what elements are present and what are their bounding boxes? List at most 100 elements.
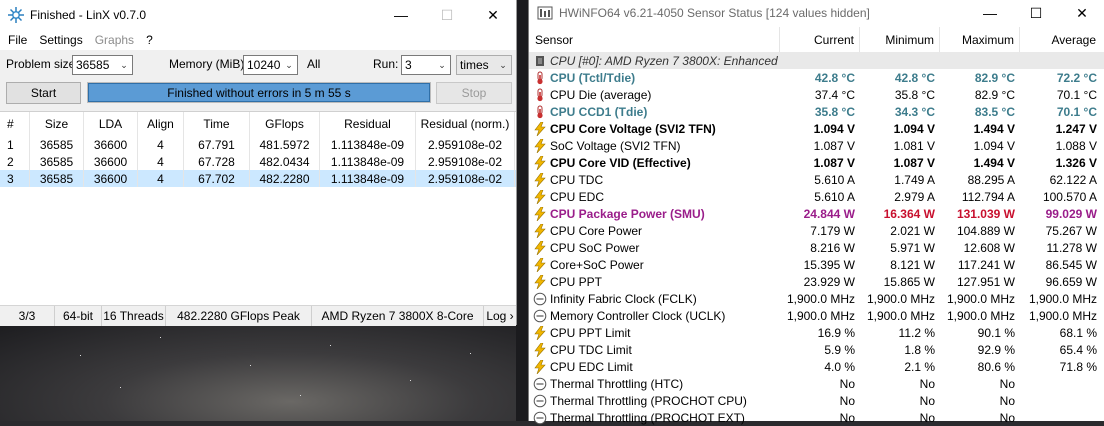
sensor-row[interactable]: CPU SoC Power 8.216 W 5.971 W 12.608 W 11.27… (529, 239, 1104, 256)
sensor-row[interactable]: CPU CCD1 (Tdie) 35.8 °C 34.3 °C 83.5 °C 70.1… (529, 103, 1104, 120)
sensor-row[interactable]: Thermal Throttling (HTC) No No No (529, 375, 1104, 392)
window-title: HWiNFO64 v6.21-4050 Sensor Status [124 v… (559, 6, 870, 20)
table-cell: 36600 (84, 136, 138, 153)
close-button[interactable]: ✕ (470, 0, 516, 30)
sensor-row[interactable]: CPU Core VID (Effective) 1.087 V 1.087 V 1.… (529, 154, 1104, 171)
value-maximum: 112.794 A (961, 189, 1015, 204)
sensor-row[interactable]: CPU Package Power (SMU) 24.844 W 16.364 W 1… (529, 205, 1104, 222)
sensor-row[interactable]: CPU PPT Limit 16.9 % 11.2 % 90.1 % 68.1 % (529, 324, 1104, 341)
value-maximum: 12.608 W (963, 240, 1015, 255)
table-cell: 67.702 (184, 170, 250, 187)
maximize-button[interactable]: ☐ (1013, 0, 1059, 26)
sensor-name-cell: CPU Package Power (SMU) (529, 205, 780, 222)
close-button[interactable]: ✕ (1059, 0, 1104, 26)
table-cell: 1.113848e-09 (320, 153, 416, 170)
chevron-down-icon: ⌄ (438, 59, 446, 70)
sensor-row[interactable]: Thermal Throttling (PROCHOT CPU) No No No (529, 392, 1104, 409)
sensor-row[interactable]: CPU TDC 5.610 A 1.749 A 88.295 A 62.122 A (529, 171, 1104, 188)
status-progress: 3/3 (0, 306, 55, 326)
sensor-name-cell: CPU Core Power (529, 222, 780, 239)
value-average: 65.4 % (1059, 342, 1097, 357)
sensor-row[interactable]: CPU [#0]: AMD Ryzen 7 3800X: Enhanced (529, 52, 1104, 69)
column-header[interactable]: GFlops (250, 112, 320, 136)
all-button[interactable]: All (307, 57, 320, 71)
sensor-row[interactable]: CPU Core Voltage (SVI2 TFN) 1.094 V 1.094 … (529, 120, 1104, 137)
lightning-bolt-icon (533, 223, 547, 238)
sensor-row[interactable]: Thermal Throttling (PROCHOT EXT) No No No (529, 409, 1104, 426)
value-maximum: 80.6 % (977, 359, 1015, 374)
desktop-wallpaper (0, 325, 528, 421)
value-minimum: No (919, 376, 935, 391)
column-header[interactable]: LDA (84, 112, 138, 136)
value-minimum: 11.2 % (898, 325, 935, 340)
hwinfo-app-icon (537, 6, 553, 20)
run-count-combo[interactable]: 3 ⌄ (401, 55, 451, 75)
hwinfo-titlebar[interactable]: HWiNFO64 v6.21-4050 Sensor Status [124 v… (529, 0, 1104, 26)
linx-titlebar[interactable]: Finished - LinX v0.7.0 — ☐ ✕ (0, 0, 516, 30)
sensor-name: CPU EDC (550, 189, 605, 204)
minimize-button[interactable]: — (378, 0, 424, 30)
start-button[interactable]: Start (6, 82, 81, 104)
sensor-row[interactable]: Memory Controller Clock (UCLK) 1,900.0 MH… (529, 307, 1104, 324)
sensor-name: CPU EDC Limit (550, 359, 633, 374)
sensor-row[interactable]: CPU TDC Limit 5.9 % 1.8 % 92.9 % 65.4 % (529, 341, 1104, 358)
menu-file[interactable]: File (2, 33, 33, 47)
value-maximum: 127.951 W (956, 274, 1015, 289)
menu-help[interactable]: ? (140, 33, 159, 47)
value-current: 1,900.0 MHz (786, 308, 855, 323)
column-header-sensor[interactable]: Sensor (529, 27, 780, 52)
sensor-row[interactable]: SoC Voltage (SVI2 TFN) 1.087 V 1.081 V 1.09… (529, 137, 1104, 154)
value-average: 70.1 °C (1056, 104, 1097, 119)
column-header[interactable]: Residual (320, 112, 416, 136)
column-header[interactable]: Align (138, 112, 184, 136)
sensor-row[interactable]: Core+SoC Power 15.395 W 8.121 W 117.241 W 86… (529, 256, 1104, 273)
table-cell: 482.2280 (250, 170, 320, 187)
column-header-minimum[interactable]: Minimum (860, 27, 940, 52)
sensor-row[interactable]: CPU EDC Limit 4.0 % 2.1 % 80.6 % 71.8 % (529, 358, 1104, 375)
column-header[interactable]: Residual (norm.) (416, 112, 515, 136)
sensor-name-cell: Core+SoC Power (529, 256, 780, 273)
run-unit-combo[interactable]: times ⌄ (456, 55, 512, 75)
table-row[interactable]: 3 36585 36600 4 67.702 482.2280 1.113848e-09 2.… (0, 170, 516, 187)
value-current: 1.094 V (813, 121, 855, 136)
status-cpu: AMD Ryzen 7 3800X 8-Core (312, 306, 484, 326)
sensor-name-cell: SoC Voltage (SVI2 TFN) (529, 137, 780, 154)
sensor-name-cell: CPU [#0]: AMD Ryzen 7 3800X: Enhanced (529, 52, 780, 69)
value-minimum: 2.1 % (904, 359, 935, 374)
value-current: 23.929 W (803, 274, 855, 289)
sensor-name: CPU TDC (550, 172, 604, 187)
column-header-current[interactable]: Current (780, 27, 860, 52)
value-average: 11.278 W (1046, 240, 1097, 255)
sensor-name-cell: CPU TDC Limit (529, 341, 780, 358)
value-current (780, 52, 860, 69)
log-button[interactable]: Log › (484, 306, 516, 326)
column-header[interactable]: Size (30, 112, 84, 136)
sensor-row[interactable]: Infinity Fabric Clock (FCLK) 1,900.0 MHz 1… (529, 290, 1104, 307)
table-row[interactable]: 1 36585 36600 4 67.791 481.5972 1.113848e-09 2.… (0, 136, 516, 153)
problem-size-combo[interactable]: 36585 ⌄ (72, 55, 133, 75)
value-minimum: 34.3 °C (894, 104, 935, 119)
sensor-name: Thermal Throttling (PROCHOT EXT) (550, 410, 745, 425)
memory-combo[interactable]: 10240 ⌄ (243, 55, 298, 75)
value-average: 62.122 A (1049, 172, 1097, 187)
sensor-row[interactable]: CPU EDC 5.610 A 2.979 A 112.794 A 100.570 A (529, 188, 1104, 205)
column-header-maximum[interactable]: Maximum (940, 27, 1020, 52)
sensor-name: CPU Die (average) (550, 87, 652, 102)
sensor-row[interactable]: CPU Die (average) 37.4 °C 35.8 °C 82.9 °C 70… (529, 86, 1104, 103)
column-header-average[interactable]: Average (1020, 27, 1104, 52)
value-minimum: 2.021 W (890, 223, 935, 238)
menu-settings[interactable]: Settings (33, 33, 88, 47)
column-header[interactable]: # (0, 112, 30, 136)
table-row[interactable]: 2 36585 36600 4 67.728 482.0434 1.113848e-09 2.… (0, 153, 516, 170)
column-header[interactable]: Time (184, 112, 250, 136)
sensor-name-cell: CPU PPT (529, 273, 780, 290)
value-current: 37.4 °C (814, 87, 855, 102)
value-minimum: 1.087 V (893, 155, 935, 170)
value-maximum (940, 52, 1020, 69)
sensor-row[interactable]: CPU PPT 23.929 W 15.865 W 127.951 W 96.659 W (529, 273, 1104, 290)
value-average: 1.088 V (1055, 138, 1097, 153)
sensor-row[interactable]: CPU (Tctl/Tdie) 42.8 °C 42.8 °C 82.9 °C 72.2… (529, 69, 1104, 86)
sensor-name-cell: Thermal Throttling (HTC) (529, 375, 780, 392)
sensor-row[interactable]: CPU Core Power 7.179 W 2.021 W 104.889 W 75.… (529, 222, 1104, 239)
minimize-button[interactable]: — (967, 0, 1013, 26)
